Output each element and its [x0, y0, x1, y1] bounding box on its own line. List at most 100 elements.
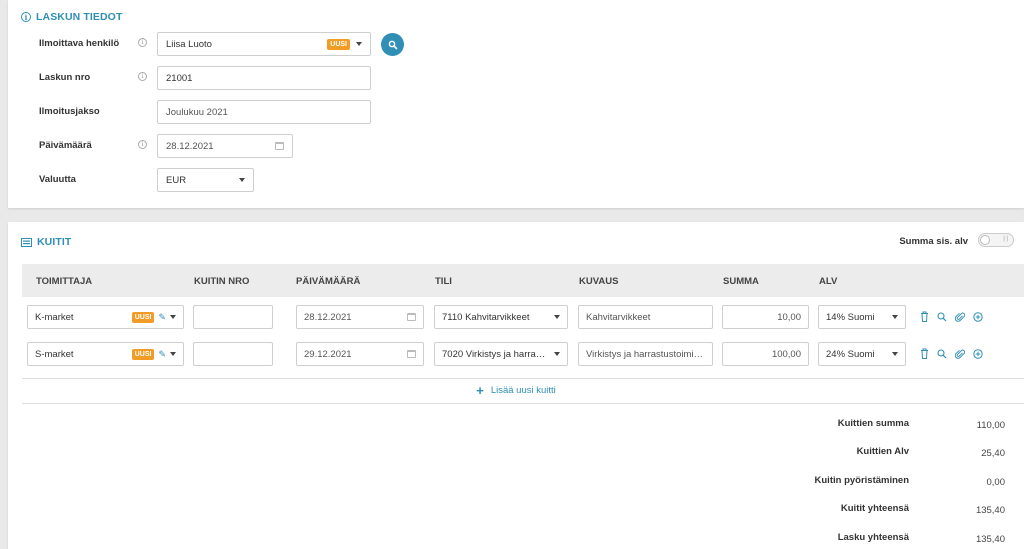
calendar-icon[interactable]: [275, 142, 284, 150]
description-input[interactable]: Kahvitarvikkeet: [578, 305, 713, 329]
toggle-knob: [980, 235, 990, 245]
rounding-value: 0,00: [986, 477, 1006, 488]
chevron-down-icon: [170, 352, 176, 356]
add-circle-icon[interactable]: [973, 311, 983, 322]
vat-value: 24% Suomi: [826, 348, 875, 360]
chevron-down-icon: [892, 352, 898, 356]
info-icon: i: [21, 12, 31, 22]
date-info-icon[interactable]: i: [138, 140, 147, 149]
account-value: 7020 Virkistys ja harrastustoiminta: [442, 348, 550, 360]
col-receipt-no: KUITIN NRO: [194, 276, 250, 287]
chevron-down-icon: [356, 42, 362, 46]
trash-icon[interactable]: [920, 348, 929, 359]
search-icon[interactable]: [937, 311, 947, 322]
invoice-info-header: i LASKUN TIEDOT: [21, 11, 122, 23]
col-description: KUVAUS: [579, 276, 619, 287]
invoice-no-input[interactable]: 21001: [157, 66, 371, 90]
receipt-date-value: 29.12.2021: [304, 348, 352, 360]
chevron-down-icon: [554, 352, 560, 356]
currency-label: Valuutta: [39, 174, 76, 185]
divider: [22, 403, 1024, 404]
reporter-label: Ilmoittava henkilö: [39, 38, 120, 49]
plus-icon: +: [476, 382, 484, 398]
receipts-table-header: TOIMITTAJA KUITIN NRO PÄIVÄMÄÄRÄ TILI KU…: [22, 264, 1024, 297]
period-value: Joulukuu 2021: [166, 106, 228, 118]
receipts-vat-value: 25,40: [981, 448, 1005, 459]
vat-included-label: Summa sis. alv: [899, 236, 968, 247]
period-label: Ilmoitusjakso: [39, 106, 100, 117]
vat-included-toggle[interactable]: | |: [978, 233, 1014, 247]
vat-select[interactable]: 24% Suomi: [818, 342, 906, 366]
chevron-down-icon: [554, 315, 560, 319]
vat-select[interactable]: 14% Suomi: [818, 305, 906, 329]
receipts-panel: KUITIT Summa sis. alv | | TOIMITTAJA KUI…: [8, 222, 1024, 549]
currency-select[interactable]: EUR: [157, 168, 254, 192]
col-supplier: TOIMITTAJA: [36, 276, 93, 287]
description-value: Kahvitarvikkeet: [586, 311, 651, 323]
calendar-icon[interactable]: [407, 350, 416, 358]
calendar-icon[interactable]: [407, 313, 416, 321]
receipts-header: KUITIT: [21, 236, 71, 248]
supplier-select[interactable]: S-market UUSI ✎: [27, 342, 184, 366]
invoice-no-label: Laskun nro: [39, 72, 91, 83]
reporter-select[interactable]: Liisa Luoto UUSI: [157, 32, 371, 56]
col-date: PÄIVÄMÄÄRÄ: [296, 276, 361, 287]
date-value: 28.12.2021: [166, 140, 214, 152]
receipts-vat-label: Kuittien Alv: [856, 446, 909, 457]
account-select[interactable]: 7110 Kahvitarvikkeet: [434, 305, 568, 329]
divider: [22, 378, 1024, 379]
period-input[interactable]: Joulukuu 2021: [157, 100, 371, 124]
invoice-total-label: Lasku yhteensä: [837, 532, 909, 543]
search-icon: [388, 40, 397, 49]
trash-icon[interactable]: [920, 311, 929, 322]
receipt-list-icon: [21, 237, 32, 247]
col-account: TILI: [435, 276, 452, 287]
currency-value: EUR: [166, 174, 187, 186]
add-receipt-button[interactable]: + Lisää uusi kuitti: [8, 382, 1024, 398]
new-badge: UUSI: [131, 348, 155, 360]
rounding-label: Kuitin pyöristäminen: [814, 475, 909, 486]
receipts-total-label: Kuitit yhteensä: [840, 503, 909, 514]
col-amount: SUMMA: [723, 276, 759, 287]
account-value: 7110 Kahvitarvikkeet: [442, 311, 530, 323]
new-badge: UUSI: [131, 311, 155, 323]
paperclip-icon[interactable]: [955, 312, 965, 322]
search-icon[interactable]: [937, 348, 947, 359]
add-receipt-label: Lisää uusi kuitti: [490, 385, 556, 396]
description-value: Virkistys ja harrastustoiminta: [586, 348, 705, 360]
receipt-date-input[interactable]: 29.12.2021: [296, 342, 424, 366]
date-label: Päivämäärä: [39, 140, 92, 151]
add-circle-icon[interactable]: [973, 348, 983, 359]
receipt-date-value: 28.12.2021: [304, 311, 352, 323]
reporter-info-icon[interactable]: i: [138, 38, 147, 47]
date-input[interactable]: 28.12.2021: [157, 134, 293, 158]
invoice-no-value: 21001: [166, 72, 193, 84]
receipt-date-input[interactable]: 28.12.2021: [296, 305, 424, 329]
row-actions: [920, 348, 983, 359]
paperclip-icon[interactable]: [955, 349, 965, 359]
supplier-value: S-market: [35, 348, 74, 360]
receipt-no-input[interactable]: [193, 305, 273, 329]
invoice-total-value: 135,40: [975, 534, 1005, 545]
row-actions: [920, 311, 983, 322]
pencil-icon[interactable]: ✎: [158, 312, 166, 323]
supplier-select[interactable]: K-market UUSI ✎: [27, 305, 184, 329]
new-badge: UUSI: [327, 38, 350, 50]
chevron-down-icon: [170, 315, 176, 319]
pencil-icon[interactable]: ✎: [158, 349, 166, 360]
reporter-search-button[interactable]: [381, 33, 404, 56]
receipts-sum-value: 110,00: [976, 420, 1005, 431]
receipt-no-input[interactable]: [193, 342, 273, 366]
amount-value: 100,00: [771, 348, 801, 360]
description-input[interactable]: Virkistys ja harrastustoiminta: [578, 342, 713, 366]
reporter-value: Liisa Luoto: [166, 38, 212, 50]
chevron-down-icon: [239, 178, 245, 182]
col-vat: ALV: [819, 276, 838, 287]
amount-input[interactable]: 10,00: [722, 305, 809, 329]
receipts-sum-label: Kuittien summa: [837, 418, 909, 429]
vat-value: 14% Suomi: [826, 311, 875, 323]
amount-value: 10,00: [777, 311, 801, 323]
invoice-no-info-icon[interactable]: i: [138, 72, 147, 81]
amount-input[interactable]: 100,00: [722, 342, 809, 366]
account-select[interactable]: 7020 Virkistys ja harrastustoiminta: [434, 342, 568, 366]
